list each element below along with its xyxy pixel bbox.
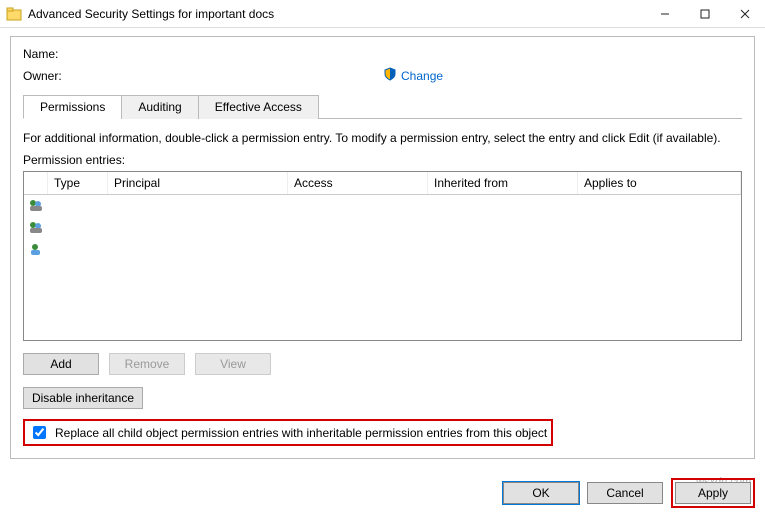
remove-button[interactable]: Remove [109, 353, 185, 375]
grid-header-inherited[interactable]: Inherited from [428, 172, 578, 194]
grid-header: Type Principal Access Inherited from App… [24, 172, 741, 195]
minimize-button[interactable] [645, 0, 685, 28]
owner-label: Owner: [23, 69, 83, 83]
table-row[interactable] [24, 195, 741, 217]
close-button[interactable] [725, 0, 765, 28]
apply-highlight: Apply [671, 478, 755, 508]
view-button[interactable]: View [195, 353, 271, 375]
entries-label: Permission entries: [23, 153, 742, 167]
tab-strip: Permissions Auditing Effective Access [23, 94, 742, 119]
group-icon [28, 220, 44, 237]
permission-entries-grid[interactable]: Type Principal Access Inherited from App… [23, 171, 742, 341]
tab-auditing[interactable]: Auditing [121, 95, 198, 119]
replace-checkbox-row: Replace all child object permission entr… [23, 419, 553, 446]
maximize-button[interactable] [685, 0, 725, 28]
user-icon [28, 242, 44, 259]
table-row[interactable] [24, 239, 741, 261]
shield-icon [383, 67, 397, 84]
disable-inheritance-button[interactable]: Disable inheritance [23, 387, 143, 409]
ok-button[interactable]: OK [503, 482, 579, 504]
group-icon [28, 198, 44, 215]
content-pane: Name: Owner: Change Permissions Auditing… [10, 36, 755, 459]
cancel-button[interactable]: Cancel [587, 482, 663, 504]
window-title: Advanced Security Settings for important… [28, 7, 645, 21]
table-row[interactable] [24, 217, 741, 239]
replace-children-checkbox[interactable] [33, 426, 46, 439]
apply-button[interactable]: Apply [675, 482, 751, 504]
tab-permissions[interactable]: Permissions [23, 95, 122, 119]
titlebar: Advanced Security Settings for important… [0, 0, 765, 28]
change-owner-link[interactable]: Change [401, 69, 443, 83]
add-button[interactable]: Add [23, 353, 99, 375]
grid-body [24, 195, 741, 261]
grid-header-blank [24, 172, 48, 194]
name-label: Name: [23, 47, 83, 61]
grid-header-type[interactable]: Type [48, 172, 108, 194]
grid-header-access[interactable]: Access [288, 172, 428, 194]
info-text: For additional information, double-click… [23, 131, 742, 145]
grid-header-applies[interactable]: Applies to [578, 172, 741, 194]
grid-header-principal[interactable]: Principal [108, 172, 288, 194]
folder-icon [6, 6, 22, 22]
tab-effective-access[interactable]: Effective Access [198, 95, 319, 119]
replace-children-label: Replace all child object permission entr… [55, 426, 547, 440]
footer-buttons: OK Cancel Apply [503, 478, 755, 508]
